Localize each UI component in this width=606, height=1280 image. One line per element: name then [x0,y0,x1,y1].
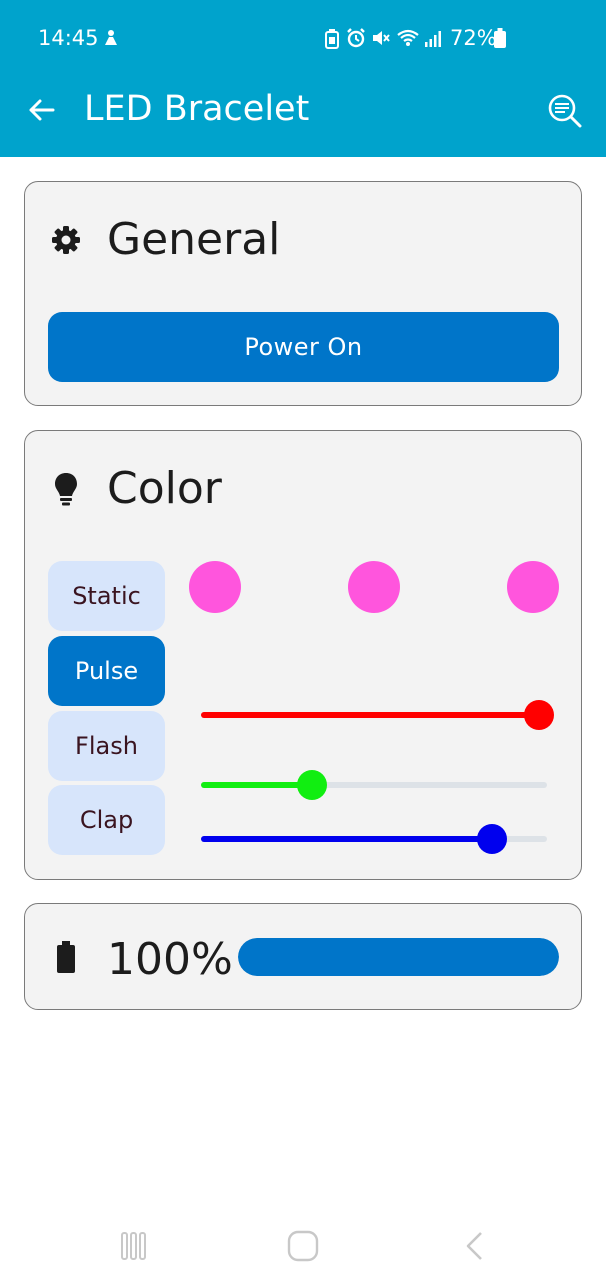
battery-icon [57,941,75,978]
slider-thumb[interactable] [477,824,507,854]
mode-clap-button[interactable]: Clap [48,785,165,855]
color-title: Color [107,463,222,514]
slider-fill [201,782,312,788]
general-header: General [49,214,280,265]
gear-icon [49,223,83,257]
app-bar: 14:45 72% LED Bracelet [0,0,606,157]
notification-icon [101,28,121,53]
general-card: General Power On [24,181,582,406]
alarm-icon [346,28,366,53]
battery-saver-icon [324,29,340,54]
lightbulb-icon [49,472,83,506]
recents-icon [121,1232,146,1260]
color-swatch[interactable] [189,561,241,613]
battery-progress-bar [238,938,559,976]
mode-static-button[interactable]: Static [48,561,165,631]
mode-pulse-button[interactable]: Pulse [48,636,165,706]
arrow-left-icon [29,99,55,121]
color-header: Color [49,463,222,514]
color-swatch[interactable] [348,561,400,613]
wifi-icon [397,28,421,53]
slider-fill [201,836,492,842]
mode-flash-button[interactable]: Flash [48,711,165,781]
battery-card: 100% [24,903,582,1010]
recents-button[interactable] [114,1230,154,1262]
back-button[interactable] [26,94,58,126]
status-battery-text: 72% [450,26,497,50]
page-title: LED Bracelet [84,89,310,129]
search-button[interactable] [547,93,583,129]
color-swatch[interactable] [507,561,559,613]
home-icon [287,1230,319,1262]
slider-thumb[interactable] [524,700,554,730]
system-nav-bar [0,1212,606,1280]
general-title: General [107,214,281,265]
red-slider[interactable] [201,700,554,730]
battery-percent: 100% [107,934,233,985]
battery-icon [494,28,506,53]
search-icon [548,94,582,128]
signal-icon [424,28,444,53]
battery-progress-fill [238,938,559,976]
blue-slider[interactable] [201,824,547,854]
power-on-button[interactable]: Power On [48,312,559,382]
slider-fill [201,712,547,718]
slider-thumb[interactable] [297,770,327,800]
back-icon [466,1232,482,1260]
green-slider[interactable] [201,770,547,800]
color-card: Color Static Pulse Flash Clap [24,430,582,880]
home-button[interactable] [283,1230,323,1262]
status-bar: 14:45 72% [0,0,606,76]
mute-icon [371,28,391,53]
system-back-button[interactable] [455,1230,495,1262]
status-time: 14:45 [38,26,99,50]
